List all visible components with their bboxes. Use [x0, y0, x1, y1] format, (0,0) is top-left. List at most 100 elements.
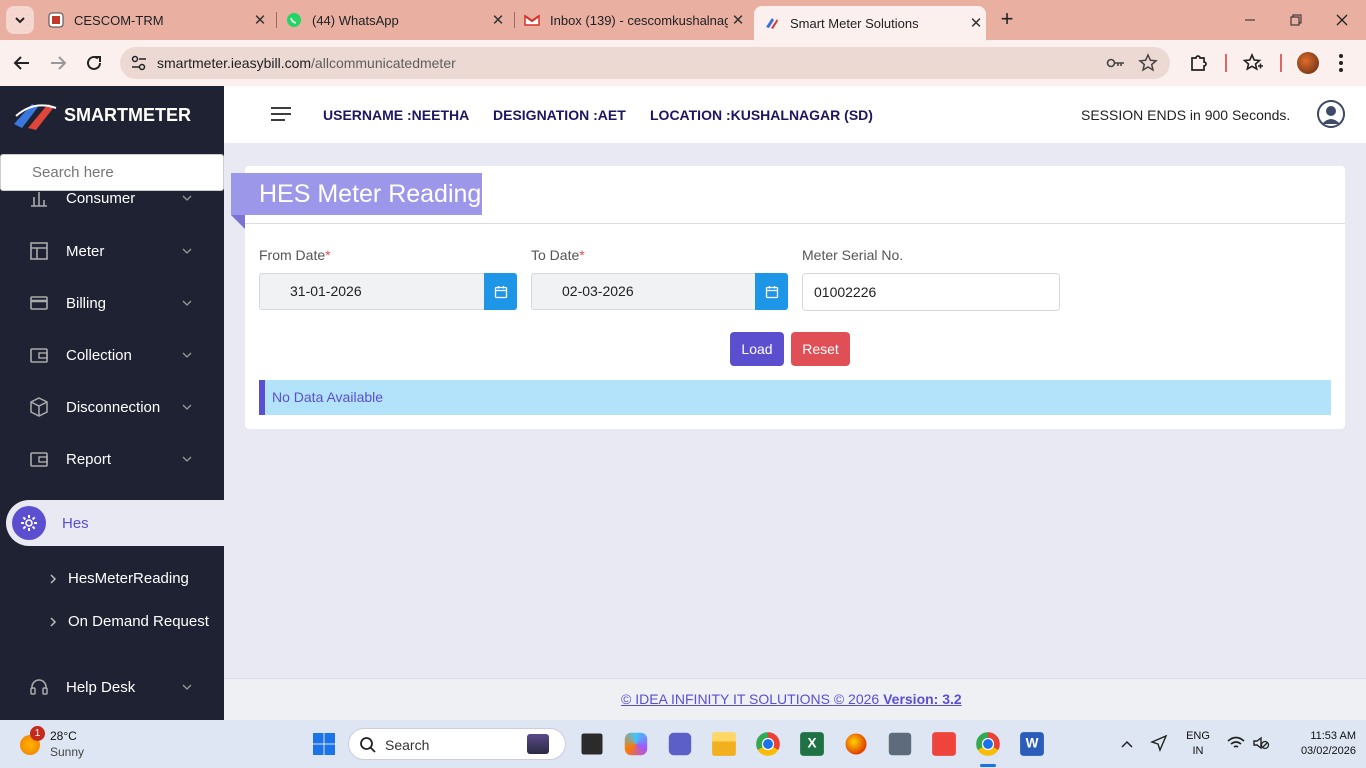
sidebar-subitem-hesmeterreading[interactable]: HesMeterReading — [48, 570, 189, 587]
chrome-profile-icon[interactable] — [976, 732, 1000, 756]
chevron-down-icon — [182, 404, 192, 410]
anydesk-icon[interactable] — [932, 732, 956, 756]
sidebar-item-help-desk[interactable]: Help Desk — [0, 661, 224, 713]
calculator-icon[interactable] — [888, 732, 912, 756]
windows-taskbar: 1 28°C Sunny Search X W ENG IN 11:53 AM … — [0, 720, 1366, 768]
weather-temp: 28°C — [50, 729, 77, 743]
more-menu-icon[interactable] — [1338, 53, 1344, 73]
copyright-year: © 2026 — [833, 691, 884, 707]
wifi-icon[interactable] — [1226, 735, 1246, 751]
sidebar-item-report[interactable]: Report — [0, 433, 224, 485]
sidebar-item-label: Collection — [66, 346, 132, 364]
hamburger-menu-icon[interactable] — [270, 106, 292, 122]
chevron-down-icon — [182, 684, 192, 690]
from-date-label: From Date* — [259, 247, 331, 263]
cescom-icon — [48, 12, 64, 28]
region-code: IN — [1192, 745, 1204, 757]
sidebar-item-hes[interactable]: Hes — [6, 500, 224, 546]
sidebar-item-meter[interactable]: Meter — [0, 225, 224, 277]
location-arrow-icon[interactable] — [1150, 734, 1168, 752]
chrome-icon[interactable] — [756, 732, 780, 756]
search-icon — [360, 737, 376, 753]
new-tab-button[interactable]: + — [996, 8, 1018, 31]
calendar-icon — [765, 285, 778, 298]
forward-icon[interactable] — [48, 54, 68, 72]
sidebar-subitem-on-demand-request[interactable]: On Demand Request — [48, 613, 209, 630]
from-date-calendar-button[interactable] — [484, 273, 517, 310]
restore-button[interactable] — [1286, 10, 1306, 30]
load-button-label: Load — [741, 341, 773, 357]
site-settings-icon[interactable] — [130, 55, 148, 71]
tab-title: (44) WhatsApp — [312, 12, 399, 28]
sidebar-item-collection[interactable]: Collection — [0, 329, 224, 381]
copilot-icon[interactable] — [624, 732, 648, 756]
required-mark: * — [579, 247, 585, 263]
excel-icon[interactable]: X — [800, 732, 824, 756]
required-mark: * — [325, 247, 331, 263]
company-link[interactable]: © IDEA INFINITY IT SOLUTIONS — [621, 691, 834, 707]
restore-icon — [1290, 14, 1302, 26]
gmail-icon — [524, 14, 540, 26]
chevron-down-icon — [15, 17, 25, 24]
profile-avatar[interactable] — [1297, 52, 1319, 74]
close-icon[interactable]: ✕ — [250, 11, 270, 29]
smartmeter-icon — [766, 18, 778, 29]
language-indicator[interactable]: ENG IN — [1182, 729, 1214, 759]
taskbar-search[interactable]: Search — [348, 728, 566, 760]
browser-tab-whatsapp[interactable]: (44) WhatsApp ✕ — [282, 0, 508, 40]
file-explorer-icon[interactable] — [712, 732, 736, 756]
browser-tab-smartmeter[interactable]: Smart Meter Solutions ✕ — [754, 6, 986, 40]
speaker-mute-icon[interactable] — [1252, 735, 1270, 751]
bookmarks-icon[interactable] — [1242, 52, 1264, 74]
close-icon[interactable]: ✕ — [488, 11, 508, 29]
close-icon[interactable]: ✕ — [728, 11, 748, 29]
to-date-field[interactable]: 02-03-2026 — [531, 273, 756, 310]
sidebar-item-label: Billing — [66, 294, 107, 312]
user-avatar[interactable] — [1317, 100, 1345, 128]
star-icon[interactable] — [1138, 53, 1158, 73]
app-mascot-icon[interactable] — [845, 733, 867, 755]
close-icon — [1336, 14, 1348, 26]
sidebar-item-billing[interactable]: Billing — [0, 277, 224, 329]
task-view-icon[interactable] — [581, 733, 603, 755]
meter-serial-input[interactable] — [802, 273, 1060, 311]
chevron-up-icon[interactable] — [1120, 738, 1134, 750]
clock[interactable]: 11:53 AM 03/02/2026 — [1278, 729, 1356, 759]
teams-icon[interactable] — [668, 732, 692, 756]
back-icon[interactable] — [12, 54, 32, 72]
sidebar-item-disconnection[interactable]: Disconnection — [0, 381, 224, 433]
tab-search-button[interactable] — [6, 6, 34, 34]
to-date-calendar-button[interactable] — [755, 273, 788, 310]
windows-start-icon[interactable] — [312, 732, 336, 756]
minimize-button[interactable] — [1240, 10, 1260, 30]
extensions-icon[interactable] — [1188, 52, 1210, 74]
close-window-button[interactable] — [1332, 10, 1352, 30]
meter-serial-label: Meter Serial No. — [802, 247, 904, 263]
sidebar-item-label: Help Desk — [66, 678, 136, 696]
page-title-text: HES Meter Reading — [259, 179, 482, 208]
brand[interactable]: SMARTMETER — [12, 98, 191, 132]
word-icon[interactable]: W — [1020, 732, 1044, 756]
designation-label: DESIGNATION :AET — [493, 107, 626, 123]
reload-icon[interactable] — [84, 53, 104, 73]
app-footer: © IDEA INFINITY IT SOLUTIONS © 2026 Vers… — [224, 678, 1366, 720]
weather-widget[interactable]: 1 28°C Sunny — [18, 726, 98, 762]
close-icon[interactable]: ✕ — [966, 14, 986, 32]
username-label: USERNAME :NEETHA — [323, 107, 470, 123]
sidebar-item-label: Disconnection — [66, 398, 161, 416]
key-icon[interactable] — [1106, 55, 1126, 71]
ribbon-fold — [231, 215, 245, 229]
search-input[interactable] — [0, 154, 224, 191]
wallet-icon — [30, 348, 48, 363]
load-button[interactable]: Load — [730, 332, 784, 366]
user-icon — [1317, 100, 1345, 128]
reset-button[interactable]: Reset — [791, 332, 850, 366]
address-bar[interactable]: smartmeter.ieasybill.com/allcommunicated… — [120, 47, 1170, 79]
url-host: smartmeter.ieasybill.com — [157, 55, 312, 71]
browser-tab-cescom[interactable]: CESCOM-TRM ✕ — [44, 0, 270, 40]
browser-toolbar: smartmeter.ieasybill.com/allcommunicated… — [0, 40, 1366, 86]
browser-tab-gmail[interactable]: Inbox (139) - cescomkushalnagar ✕ — [520, 0, 748, 40]
sidebar-subitem-label: HesMeterReading — [68, 570, 189, 587]
active-app-indicator — [980, 764, 996, 767]
from-date-field[interactable]: 31-01-2026 — [259, 273, 485, 310]
